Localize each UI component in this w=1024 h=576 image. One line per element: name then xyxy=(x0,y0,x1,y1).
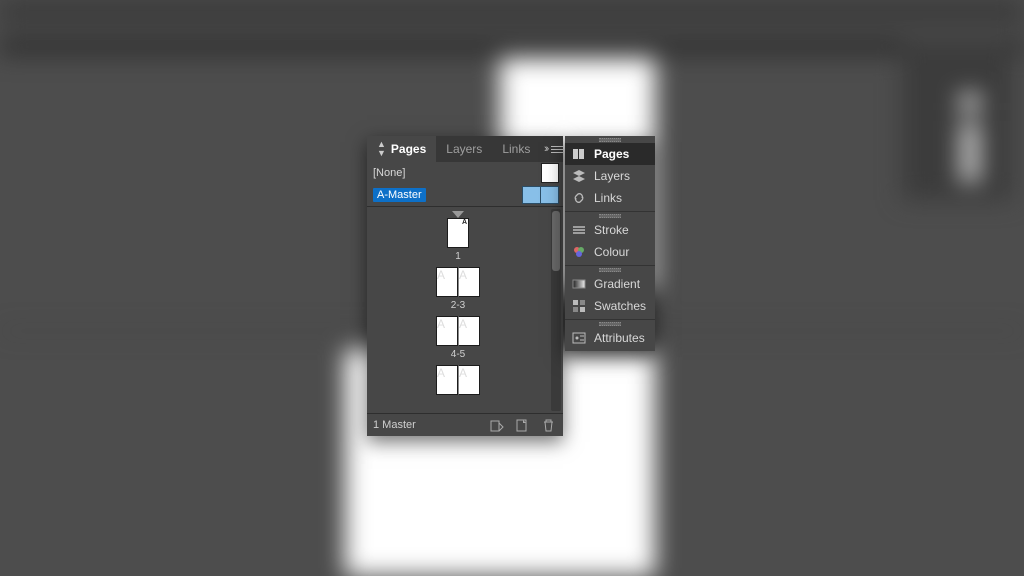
pages-list: A 1 A A 2-3 A A 4-5 A A xyxy=(367,207,563,413)
dock-item-stroke[interactable]: Stroke xyxy=(565,219,655,241)
dock-label: Layers xyxy=(594,169,630,183)
page-label: 4-5 xyxy=(451,349,465,360)
dock-label: Attributes xyxy=(594,331,645,345)
dock-label: Gradient xyxy=(594,277,640,291)
dock-item-pages[interactable]: Pages xyxy=(565,143,655,165)
page-thumb-4-5[interactable]: A A xyxy=(436,316,480,346)
gradient-icon xyxy=(571,277,587,291)
sort-icon: ▲▼ xyxy=(377,140,386,158)
new-page-button[interactable] xyxy=(513,419,531,432)
tab-label: Links xyxy=(502,142,530,156)
tab-label: Pages xyxy=(391,142,426,156)
pages-panel: ▲▼ Pages Layers Links ›› [None] A-Master… xyxy=(367,136,563,436)
menu-icon xyxy=(551,146,563,153)
dock-drag-handle[interactable] xyxy=(565,266,655,273)
master-none-thumb xyxy=(541,163,559,183)
dock-item-links[interactable]: Links xyxy=(565,187,655,209)
master-label: [None] xyxy=(373,167,535,179)
dock-label: Colour xyxy=(594,245,629,259)
new-page-icon xyxy=(516,419,529,432)
panel-footer: 1 Master xyxy=(367,413,563,436)
dock-group-1: Pages Layers Links xyxy=(565,136,655,211)
master-marker: A xyxy=(437,317,445,331)
tab-pages[interactable]: ▲▼ Pages xyxy=(367,136,436,162)
page-thumb-2-3[interactable]: A A xyxy=(436,267,480,297)
master-marker: A xyxy=(437,268,445,282)
dock-item-colour[interactable]: Colour xyxy=(565,241,655,263)
dock-drag-handle[interactable] xyxy=(565,212,655,219)
tab-layers[interactable]: Layers xyxy=(436,136,492,162)
master-marker: A xyxy=(462,219,467,226)
colour-icon xyxy=(571,245,587,259)
master-a-thumb xyxy=(522,186,559,204)
pages-icon xyxy=(571,147,587,161)
page-thumb-6-7[interactable]: A A xyxy=(436,365,480,395)
edit-page-size-button[interactable] xyxy=(487,419,505,432)
dock-item-swatches[interactable]: Swatches xyxy=(565,295,655,317)
pages-scrollbar[interactable] xyxy=(551,209,561,411)
scrollbar-thumb[interactable] xyxy=(552,211,560,271)
dock-item-attributes[interactable]: Attributes xyxy=(565,327,655,349)
panel-tabbar: ▲▼ Pages Layers Links ›› xyxy=(367,136,563,162)
dock-label: Stroke xyxy=(594,223,629,237)
panel-dock: Pages Layers Links Stroke Colour Gradien… xyxy=(565,136,655,351)
page-thumb-1[interactable]: A xyxy=(447,218,469,248)
links-icon xyxy=(571,191,587,205)
delete-page-button[interactable] xyxy=(539,419,557,432)
footer-status: 1 Master xyxy=(373,419,479,431)
page-label: 1 xyxy=(455,251,461,262)
master-label: A-Master xyxy=(373,188,426,202)
master-marker: A xyxy=(459,268,467,282)
dock-label: Pages xyxy=(594,147,629,161)
panel-menu-button[interactable] xyxy=(551,136,563,162)
dock-group-4: Attributes xyxy=(565,319,655,351)
dock-label: Links xyxy=(594,191,622,205)
dock-drag-handle[interactable] xyxy=(565,136,655,143)
master-none-row[interactable]: [None] xyxy=(367,162,563,184)
spread-marker-icon xyxy=(452,211,464,218)
tab-label: Layers xyxy=(446,142,482,156)
dock-label: Swatches xyxy=(594,299,646,313)
master-marker: A xyxy=(459,366,467,380)
masters-section: [None] A-Master xyxy=(367,162,563,207)
dock-drag-handle[interactable] xyxy=(565,320,655,327)
dock-group-2: Stroke Colour xyxy=(565,211,655,265)
collapse-panel-button[interactable]: ›› xyxy=(540,136,551,162)
dock-item-layers[interactable]: Layers xyxy=(565,165,655,187)
master-marker: A xyxy=(437,366,445,380)
page-size-icon xyxy=(489,419,504,432)
page-label: 2-3 xyxy=(451,300,465,311)
master-a-row[interactable]: A-Master xyxy=(367,184,563,206)
chevron-right-icon: ›› xyxy=(544,143,547,155)
attributes-icon xyxy=(571,331,587,345)
swatches-icon xyxy=(571,299,587,313)
dock-item-gradient[interactable]: Gradient xyxy=(565,273,655,295)
master-marker: A xyxy=(459,317,467,331)
layers-icon xyxy=(571,169,587,183)
trash-icon xyxy=(542,419,555,432)
dock-group-3: Gradient Swatches xyxy=(565,265,655,319)
stroke-icon xyxy=(571,223,587,237)
tab-links[interactable]: Links xyxy=(492,136,540,162)
